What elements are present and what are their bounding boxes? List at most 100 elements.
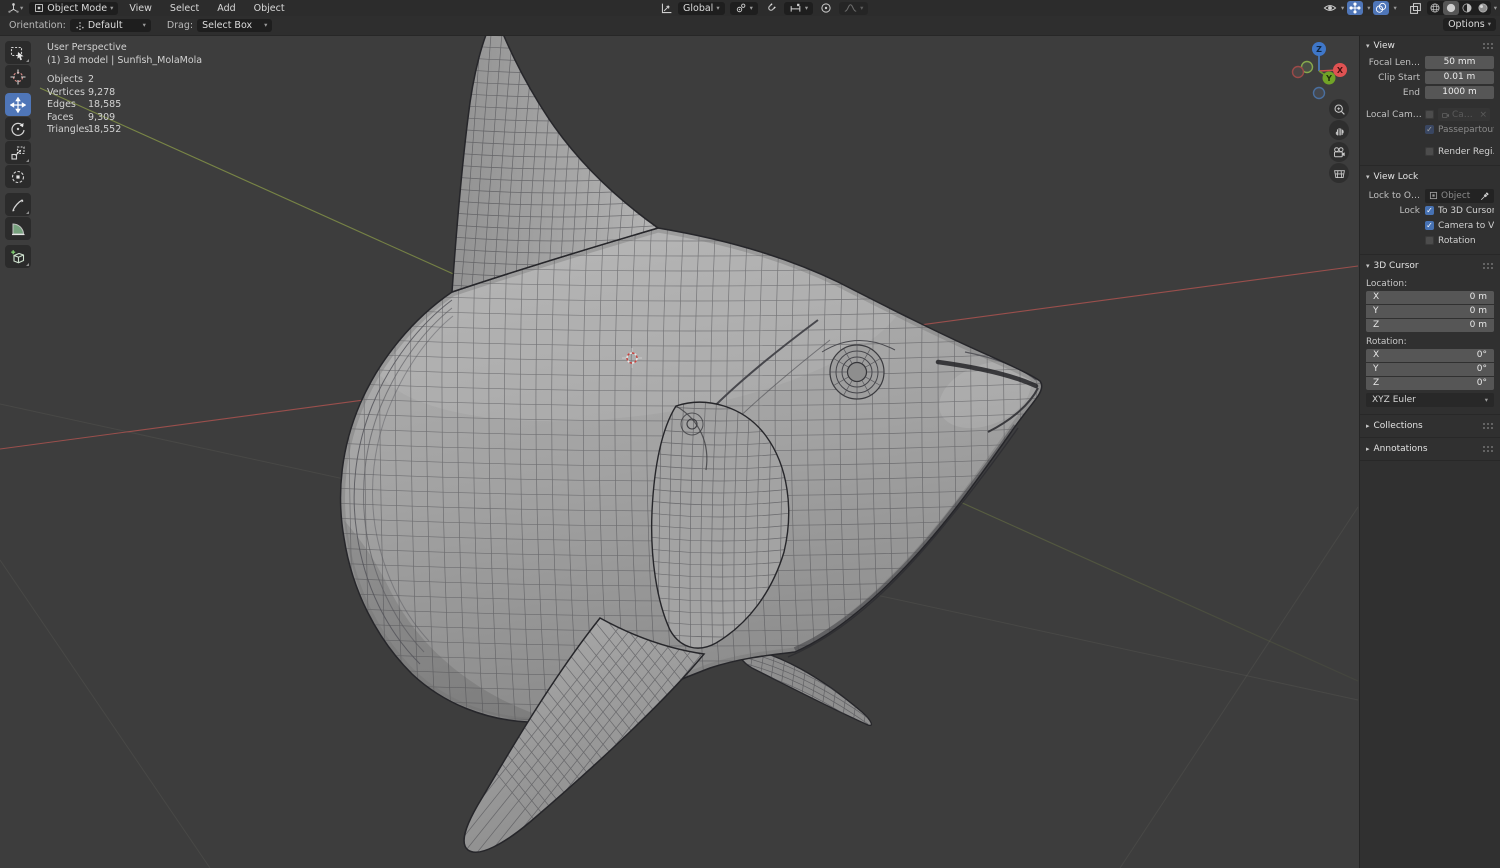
pan-hand-button[interactable] bbox=[1329, 120, 1349, 140]
chevron-down-icon: ▾ bbox=[20, 3, 24, 12]
chevron-down-icon: ▾ bbox=[264, 21, 268, 30]
panel-annotations-header[interactable]: ▸ Annotations bbox=[1366, 441, 1494, 457]
cursor-rotation-x-field[interactable]: X 0° bbox=[1366, 349, 1494, 362]
render-region-label: Render Regi… bbox=[1438, 146, 1494, 157]
gizmo-axis-neg-x[interactable] bbox=[1291, 65, 1305, 79]
3d-viewport[interactable]: User Perspective (1) 3d model | Sunfish_… bbox=[0, 35, 1500, 868]
transform-orientation-dropdown[interactable]: Global ▾ bbox=[678, 1, 725, 15]
pivot-point-dropdown[interactable]: ▾ bbox=[729, 1, 758, 15]
viewport-header: ▾ Object Mode ▾ View Select Add Object G… bbox=[0, 0, 1500, 16]
snap-target-dropdown[interactable]: ▾ bbox=[783, 1, 814, 15]
chevron-down-icon: ▾ bbox=[142, 21, 146, 30]
tool-measure[interactable] bbox=[5, 217, 31, 240]
cursor-location-y-field[interactable]: Y0 m bbox=[1366, 305, 1494, 318]
panel-3d-cursor-header[interactable]: ▾ 3D Cursor bbox=[1366, 258, 1494, 274]
overlays-toggle[interactable]: ▾ bbox=[1373, 1, 1397, 15]
stat-row: Objects 2 bbox=[47, 74, 95, 85]
passepartout-label: Passepartout bbox=[1438, 124, 1494, 135]
focal-length-field[interactable]: 50 mm bbox=[1425, 56, 1494, 69]
menu-view[interactable]: View bbox=[122, 3, 159, 14]
cursor-rotation-z-field[interactable]: Z 0° bbox=[1366, 377, 1494, 390]
menu-object[interactable]: Object bbox=[247, 3, 292, 14]
editor-type-button[interactable]: ▾ bbox=[5, 1, 25, 15]
view-name: User Perspective bbox=[47, 42, 127, 53]
sunfish-mesh-object[interactable] bbox=[320, 35, 1048, 868]
gizmos-toggle[interactable]: ▾ bbox=[1347, 1, 1370, 15]
panel-drag-handle[interactable] bbox=[1482, 445, 1494, 453]
clip-start-field[interactable]: 0.01 m bbox=[1425, 71, 1494, 84]
panel-drag-handle[interactable] bbox=[1482, 42, 1494, 50]
shading-rendered-button[interactable] bbox=[1475, 1, 1491, 15]
camera-view-button[interactable] bbox=[1329, 142, 1349, 162]
cursor-rotation-y-field[interactable]: Y 0° bbox=[1366, 363, 1494, 376]
panel-view-lock-header[interactable]: ▾ View Lock bbox=[1366, 169, 1494, 185]
passepartout-checkbox[interactable]: ✓ bbox=[1425, 125, 1434, 134]
svg-text:Y: Y bbox=[1325, 74, 1332, 83]
tool-add-cube[interactable] bbox=[5, 245, 31, 268]
grid-dots-icon bbox=[75, 21, 85, 31]
object-visibility-dropdown[interactable]: ▾ bbox=[1323, 2, 1344, 14]
ortho-grid-button[interactable] bbox=[1329, 163, 1349, 183]
svg-text:X: X bbox=[1337, 66, 1344, 75]
tool-cursor[interactable] bbox=[5, 65, 31, 88]
mode-label: Object Mode bbox=[47, 2, 108, 14]
clip-end-field[interactable]: 1000 m bbox=[1425, 86, 1494, 99]
eyedropper-icon[interactable] bbox=[1480, 191, 1490, 201]
lock-to-object-field[interactable]: Object bbox=[1425, 188, 1494, 203]
tool-settings-bar: Orientation: Default ▾ Drag: Select Box … bbox=[0, 16, 1500, 36]
clip-start-label: Clip Start bbox=[1378, 72, 1420, 83]
tool-scale[interactable] bbox=[5, 141, 31, 164]
cursor-location-z-field[interactable]: Z0 m bbox=[1366, 319, 1494, 332]
lock-3d-cursor-checkbox[interactable]: ✓ bbox=[1425, 206, 1434, 215]
xray-icon bbox=[1409, 2, 1422, 15]
camera-to-view-checkbox[interactable]: ✓ bbox=[1425, 221, 1434, 230]
viewport-overlay-text: User Perspective (1) 3d model | Sunfish_… bbox=[47, 42, 202, 137]
panel-view: ▾ View Focal Len… 50 mm Clip Start 0.01 … bbox=[1360, 35, 1500, 166]
shading-material-button[interactable] bbox=[1459, 1, 1475, 15]
menu-add[interactable]: Add bbox=[210, 3, 242, 14]
lock-3d-cursor-label: To 3D Cursor bbox=[1438, 205, 1494, 216]
panel-title: Annotations bbox=[1373, 444, 1428, 454]
navigation-gizmo[interactable]: Z X Y bbox=[1288, 37, 1354, 103]
local-camera-label: Local Cam… bbox=[1366, 109, 1422, 120]
chevron-down-icon: ▾ bbox=[1367, 3, 1371, 12]
local-camera-checkbox[interactable] bbox=[1425, 110, 1434, 119]
tool-orientation-dropdown[interactable]: Default ▾ bbox=[69, 19, 151, 32]
tool-transform[interactable] bbox=[5, 165, 31, 188]
clip-end-label: End bbox=[1402, 87, 1420, 98]
panel-drag-handle[interactable] bbox=[1482, 262, 1494, 270]
gizmo-axis-y[interactable]: Y bbox=[1322, 71, 1336, 85]
tool-select-box[interactable] bbox=[5, 41, 31, 64]
panel-drag-handle[interactable] bbox=[1482, 422, 1494, 430]
mode-selector[interactable]: Object Mode ▾ bbox=[29, 1, 119, 15]
proportional-falloff-dropdown[interactable]: ▾ bbox=[839, 1, 869, 15]
gizmo-axis-x[interactable]: X bbox=[1333, 63, 1347, 77]
xray-toggle[interactable] bbox=[1407, 1, 1424, 15]
render-region-checkbox[interactable] bbox=[1425, 147, 1434, 156]
lock-rotation-checkbox[interactable] bbox=[1425, 236, 1434, 245]
tool-annotate[interactable] bbox=[5, 193, 31, 216]
stat-row: Edges 18,585 bbox=[47, 99, 122, 110]
gizmo-axis-neg-z[interactable] bbox=[1312, 86, 1326, 100]
local-camera-field[interactable]: Ca… × bbox=[1438, 108, 1490, 121]
tool-rotate[interactable] bbox=[5, 117, 31, 140]
rotation-mode-dropdown[interactable]: XYZ Euler ▾ bbox=[1366, 393, 1494, 407]
camera-icon bbox=[1442, 112, 1449, 118]
proportional-editing-toggle[interactable] bbox=[818, 1, 834, 15]
shading-wireframe-button[interactable] bbox=[1427, 1, 1443, 15]
menu-select[interactable]: Select bbox=[163, 3, 206, 14]
shading-solid-button[interactable] bbox=[1442, 1, 1459, 15]
clear-icon[interactable]: × bbox=[1479, 110, 1487, 120]
options-button[interactable]: Options ▾ bbox=[1443, 18, 1496, 31]
tool-move[interactable] bbox=[5, 93, 31, 116]
panel-view-header[interactable]: ▾ View bbox=[1366, 38, 1494, 54]
drag-mode-dropdown[interactable]: Select Box ▾ bbox=[197, 19, 273, 32]
gizmo-axis-z[interactable]: Z bbox=[1312, 42, 1326, 56]
3d-scene-canvas[interactable] bbox=[0, 35, 1500, 868]
zoom-button[interactable] bbox=[1329, 99, 1349, 119]
panel-title: Collections bbox=[1373, 421, 1423, 431]
panel-collections-header[interactable]: ▸ Collections bbox=[1366, 418, 1494, 434]
panel-collections: ▸ Collections bbox=[1360, 415, 1500, 438]
snap-toggle[interactable] bbox=[763, 1, 779, 15]
cursor-location-x-field[interactable]: X0 m bbox=[1366, 291, 1494, 304]
